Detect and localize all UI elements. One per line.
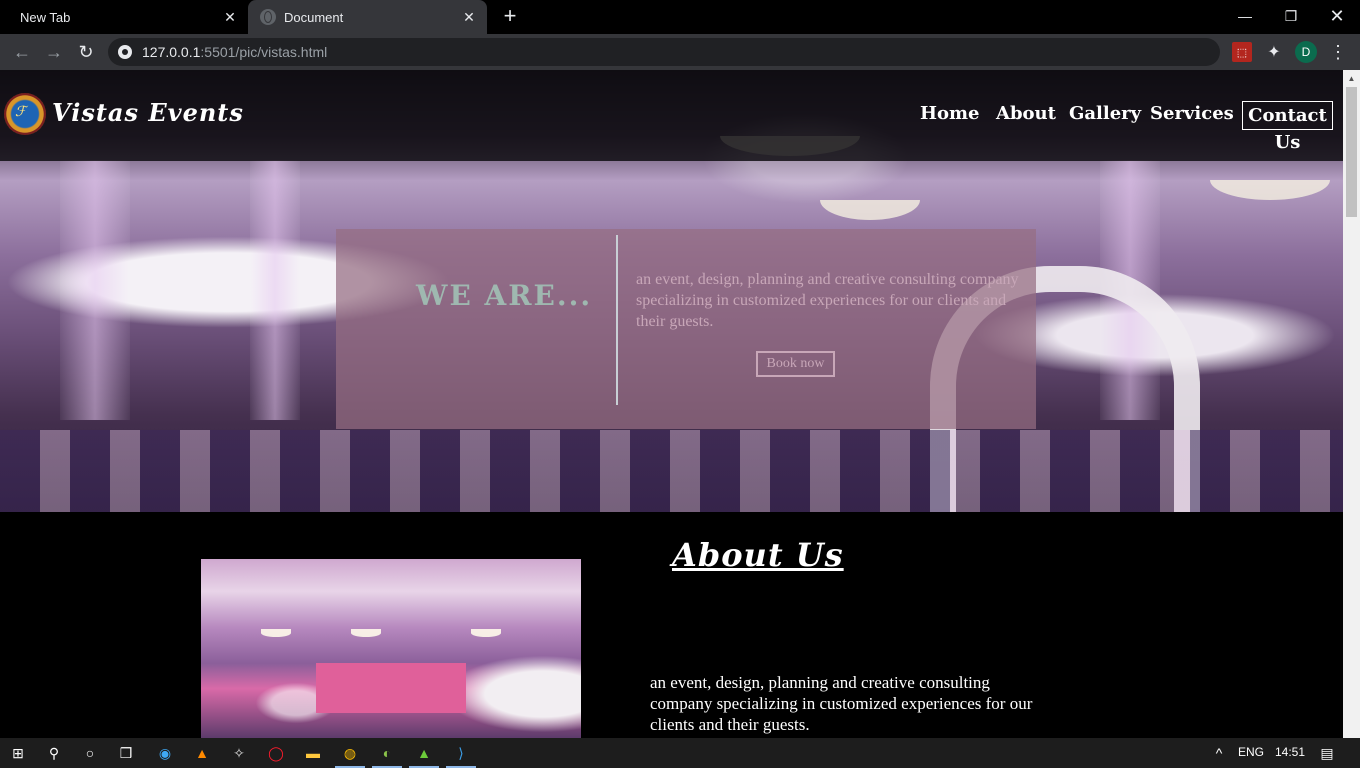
language-indicator[interactable]: ENG [1238,745,1264,759]
windows-taskbar: ⊞ ⚲ ○ ❒ ◉ ▲ ✧ ◯ ▬ ◍ ◐ ▲ ⟩ ^ ENG 14:51 ▤ [0,738,1360,768]
task-view-icon[interactable]: ❒ [116,743,136,763]
brand-name[interactable]: Vistas Events [52,98,244,127]
nav-services[interactable]: Services [1150,103,1234,124]
book-now-button[interactable]: Book now [756,351,835,377]
hero-text: an event, design, planning and creative … [636,271,1019,330]
close-window-icon[interactable]: ✕ [1314,0,1360,32]
divider [616,235,618,405]
windows-start-icon[interactable]: ⊞ [8,743,28,763]
tab-title: New Tab [20,9,71,25]
vlc-icon[interactable]: ▲ [192,743,212,763]
chevron-up-icon[interactable]: ^ [1209,743,1229,763]
globe-icon [260,9,276,25]
plus-icon[interactable]: + [498,5,522,29]
address-bar[interactable]: 127.0.0.1:5501/pic/vistas.html [108,38,1220,66]
close-tab-icon[interactable]: ✕ [461,9,477,25]
browser-toolbar: ← → ↻ 127.0.0.1:5501/pic/vistas.html ⬚ ✦… [0,34,1360,70]
vscode-icon[interactable]: ⟩ [451,743,471,763]
minimize-icon[interactable]: — [1222,0,1268,32]
close-tab-icon[interactable]: ✕ [222,9,238,25]
puzzle-icon[interactable]: ✦ [1264,42,1284,62]
pdf-extension-icon[interactable]: ⬚ [1232,42,1252,62]
utorrent-icon[interactable]: ◐ [377,743,397,763]
nav-home[interactable]: Home [920,103,980,124]
search-icon[interactable]: ⚲ [44,743,64,763]
reload-icon[interactable]: ↻ [74,40,98,64]
about-title: About Us [672,536,844,574]
about-text: an event, design, planning and creative … [650,673,1033,734]
scroll-up-icon[interactable]: ▲ [1343,70,1360,87]
about-section: About Us an event, design, planning and … [0,512,1343,738]
site-nav: ℱ Vistas Events Home About Gallery Servi… [0,70,1343,161]
page-viewport: ℱ Vistas Events Home About Gallery Servi… [0,70,1343,738]
file-explorer-icon[interactable]: ▬ [303,743,323,763]
profile-avatar[interactable]: D [1295,41,1317,63]
cortana-icon[interactable]: ○ [80,743,100,763]
opera-icon[interactable]: ◯ [266,743,286,763]
tab-title: Document [284,9,344,25]
chrome-icon[interactable]: ◍ [340,743,360,763]
nav-contact-us[interactable]: Contact Us [1242,101,1333,153]
more-vertical-icon[interactable]: ⋮ [1328,42,1348,62]
dropbox-icon[interactable]: ✧ [229,743,249,763]
hero-heading: WE ARE... [416,279,593,312]
hero-panel: WE ARE... an event, design, planning and… [336,229,1036,429]
tab-strip: New Tab ✕ Document ✕ + — ❐ ✕ [0,0,1360,34]
tab-new-tab[interactable]: New Tab ✕ [0,0,248,34]
scroll-thumb[interactable] [1346,87,1357,217]
arrow-left-icon[interactable]: ← [10,40,34,64]
hero-banner: ℱ Vistas Events Home About Gallery Servi… [0,70,1343,512]
arrow-right-icon[interactable]: → [42,40,66,64]
app-icon[interactable]: ▲ [414,743,434,763]
page-scrollbar[interactable]: ▲ [1343,70,1360,738]
site-info-icon[interactable] [118,45,132,59]
nav-gallery[interactable]: Gallery [1069,103,1141,124]
edge-icon[interactable]: ◉ [155,743,175,763]
nav-about[interactable]: About [996,103,1056,124]
about-photo [201,559,581,738]
notification-icon[interactable]: ▤ [1317,743,1337,763]
logo[interactable]: ℱ [4,93,46,135]
url-path: :5501/pic/vistas.html [200,44,328,60]
tab-document[interactable]: Document ✕ [248,0,487,34]
url-host: 127.0.0.1 [142,44,201,60]
clock[interactable]: 14:51 [1275,745,1305,759]
restore-icon[interactable]: ❐ [1268,0,1314,32]
